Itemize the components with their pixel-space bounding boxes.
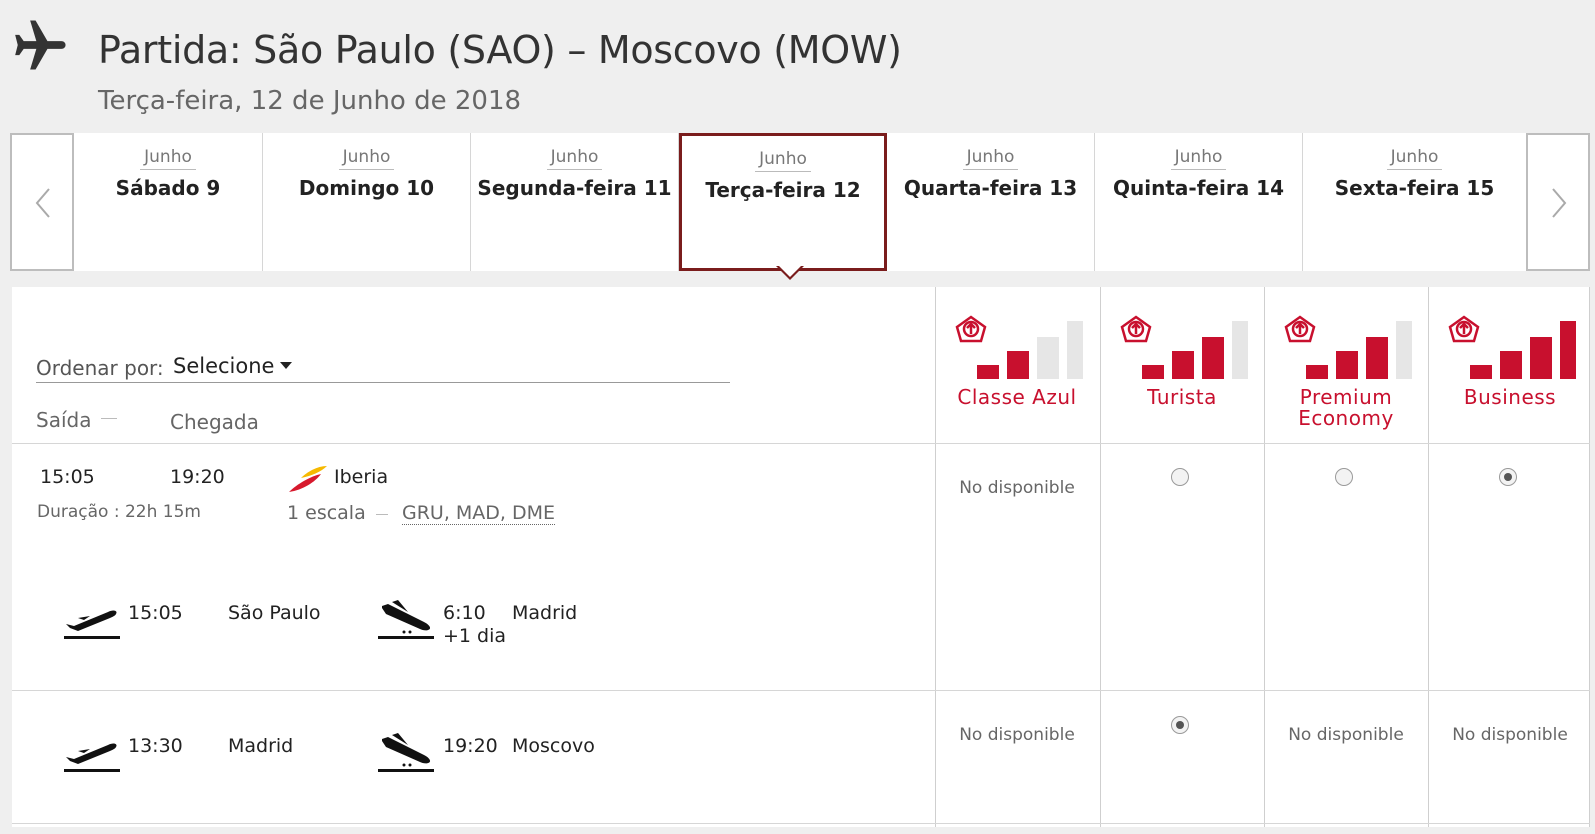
day-label: Domingo 10 xyxy=(298,176,435,200)
chevron-right-icon xyxy=(1552,188,1567,218)
airplane-icon xyxy=(15,20,66,70)
column-header-arrival: Chegada xyxy=(170,410,259,434)
fare-bar xyxy=(1142,365,1164,379)
flight-arrival-time: 19:20 xyxy=(170,466,225,488)
fare-bar xyxy=(1037,337,1059,379)
takeoff-icon xyxy=(64,610,120,639)
segment-departure-city: São Paulo xyxy=(228,602,321,624)
stop-airports[interactable]: GRU, MAD, DME xyxy=(402,502,556,525)
fare-bar xyxy=(1306,365,1328,379)
sort-underline xyxy=(36,382,730,383)
class-header-turista: Turista xyxy=(1101,287,1263,443)
stop-airports-link[interactable]: GRU, MAD, DME xyxy=(402,502,556,525)
fare-bar xyxy=(1366,337,1388,379)
selected-day-pointer-fill xyxy=(779,266,801,277)
takeoff-icon xyxy=(64,743,120,772)
separator-dash xyxy=(101,418,117,419)
fare-level-icon xyxy=(955,315,1089,379)
fare-bar xyxy=(1530,337,1552,379)
row-divider xyxy=(12,443,1590,444)
row-divider xyxy=(12,690,1590,691)
day-label: Sexta-feira 15 xyxy=(1334,176,1495,200)
fare-bar xyxy=(1067,321,1089,379)
day-tab-segunda-11[interactable]: Junho Segunda-feira 11 xyxy=(471,133,679,271)
class-header-premium-economy: Premium Economy xyxy=(1265,287,1427,443)
day-month: Junho xyxy=(338,147,395,170)
class-header-classe-azul: Classe Azul xyxy=(936,287,1098,443)
class-name: Premium Economy xyxy=(1298,385,1394,430)
day-tab-quinta-14[interactable]: Junho Quinta-feira 14 xyxy=(1095,133,1303,271)
segment-arrival-time: 19:20 xyxy=(443,735,498,757)
previous-day-button[interactable] xyxy=(10,133,74,271)
next-day-button[interactable] xyxy=(1526,133,1590,271)
segment-arrival-city: Moscovo xyxy=(512,735,595,757)
day-label: Quarta-feira 13 xyxy=(903,176,1078,200)
stops-count: 1 escala xyxy=(287,502,366,524)
class-name: Business xyxy=(1463,385,1557,409)
availability-unavailable: No disponible xyxy=(959,725,1075,745)
day-month: Junho xyxy=(1386,147,1443,170)
segment-arrival-time: 6:10 xyxy=(443,602,486,624)
class-header-business: Business xyxy=(1429,287,1591,443)
day-tab-domingo-10[interactable]: Junho Domingo 10 xyxy=(263,133,471,271)
fare-bar xyxy=(1232,321,1254,379)
day-tab-sexta-15[interactable]: Junho Sexta-feira 15 xyxy=(1303,133,1526,271)
day-month: Junho xyxy=(546,147,603,170)
fare-bar xyxy=(1007,351,1029,379)
chevron-left-icon xyxy=(35,188,50,218)
caret-down-icon[interactable] xyxy=(280,362,292,369)
fare-bar xyxy=(1396,321,1418,379)
page-title: Partida: São Paulo (SAO) – Moscovo (MOW) xyxy=(98,28,902,72)
fare-radio-turista[interactable] xyxy=(1171,468,1189,486)
availability-unavailable: No disponible xyxy=(959,478,1075,498)
segment-arrival-city: Madrid xyxy=(512,602,578,624)
fare-level-icon xyxy=(1448,315,1582,379)
fare-bar xyxy=(977,365,999,379)
row-divider xyxy=(12,823,1590,824)
fare-bar xyxy=(1500,351,1522,379)
day-month: Junho xyxy=(755,149,811,172)
day-month: Junho xyxy=(140,147,196,170)
sort-label: Ordenar por: xyxy=(36,356,164,380)
day-month: Junho xyxy=(962,147,1019,170)
day-month: Junho xyxy=(1170,147,1227,170)
fare-bar xyxy=(1202,337,1224,379)
class-name: Turista xyxy=(1147,385,1217,409)
fare-bar xyxy=(1560,321,1582,379)
flight-duration: Duração : 22h 15m xyxy=(37,502,201,522)
day-tab-quarta-13[interactable]: Junho Quarta-feira 13 xyxy=(887,133,1095,271)
day-label: Sábado 9 xyxy=(115,176,221,200)
fare-level-icon xyxy=(1120,315,1254,379)
availability-unavailable: No disponible xyxy=(1452,725,1568,745)
fare-bar xyxy=(1470,365,1492,379)
segment-departure-time: 13:30 xyxy=(128,735,183,757)
day-tab-terca-12[interactable]: Junho Terça-feira 12 xyxy=(679,133,887,271)
flight-departure-time: 15:05 xyxy=(40,466,95,488)
fare-bar xyxy=(1336,351,1358,379)
fare-level-icon xyxy=(1284,315,1418,379)
class-name: Classe Azul xyxy=(957,385,1077,409)
day-label: Segunda-feira 11 xyxy=(477,176,672,200)
day-tab-sabado-9[interactable]: Junho Sábado 9 xyxy=(74,133,263,271)
fare-radio-turista[interactable] xyxy=(1171,716,1189,734)
page-subtitle: Terça-feira, 12 de Junho de 2018 xyxy=(98,86,522,116)
availability-unavailable: No disponible xyxy=(1288,725,1404,745)
segment-arrival-extra: +1 dia xyxy=(443,625,507,647)
landing-icon xyxy=(378,600,434,639)
segment-departure-time: 15:05 xyxy=(128,602,183,624)
fare-bar xyxy=(1172,351,1194,379)
segment-departure-city: Madrid xyxy=(228,735,294,757)
airline-name: Iberia xyxy=(334,466,389,488)
day-label: Quinta-feira 14 xyxy=(1113,176,1284,200)
fare-radio-premium-economy[interactable] xyxy=(1335,468,1353,486)
fare-radio-business[interactable] xyxy=(1499,468,1517,486)
sort-select[interactable]: Selecione xyxy=(173,354,274,378)
landing-icon xyxy=(378,733,434,772)
separator-dash xyxy=(376,514,388,515)
iberia-logo-icon xyxy=(289,466,327,492)
day-label: Terça-feira 12 xyxy=(705,178,861,202)
column-header-departure: Saída xyxy=(36,408,92,432)
